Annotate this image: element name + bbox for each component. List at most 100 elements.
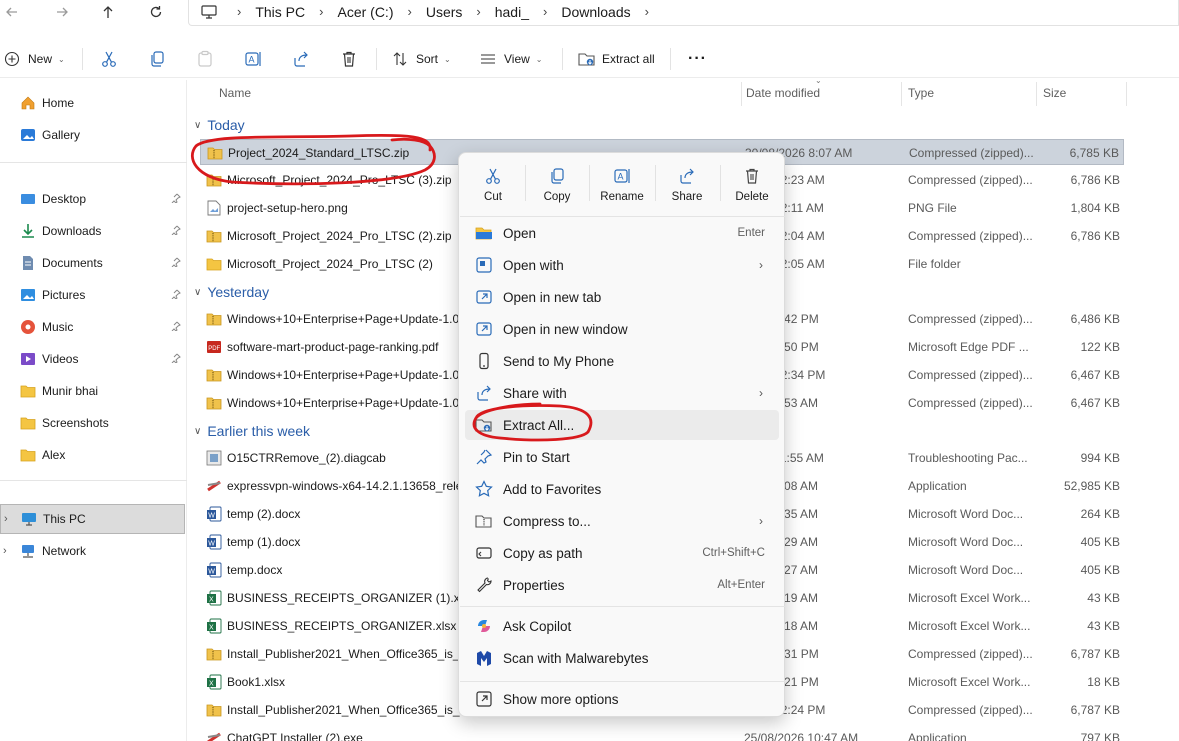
malwarebytes-icon — [475, 649, 493, 667]
file-type: Compressed (zipped)... — [908, 647, 1033, 661]
file-name: Wtemp (1).docx — [206, 529, 468, 555]
zip-icon — [206, 367, 222, 383]
folder-icon — [20, 415, 36, 431]
sidebar-item-desktop[interactable]: Desktop — [0, 184, 187, 214]
menu-item-scan-with-malwarebytes[interactable]: Scan with Malwarebytes — [465, 643, 779, 673]
chevron-right-icon[interactable]: › — [3, 545, 7, 557]
menu-item-ask-copilot[interactable]: Ask Copilot — [465, 611, 779, 641]
share-action[interactable]: Share — [658, 159, 716, 211]
menu-item-label: Send to My Phone — [503, 353, 615, 369]
delete-action[interactable]: Delete — [723, 159, 781, 211]
group-header-yesterday[interactable]: ∨ Yesterday — [194, 281, 269, 303]
view-button[interactable]: View ⌄ — [480, 40, 543, 78]
chevron-right-icon: › — [476, 4, 481, 19]
refresh-button[interactable] — [144, 2, 168, 22]
column-header-size[interactable]: Size — [1043, 80, 1066, 106]
extract-all-button[interactable]: Extract all — [578, 40, 655, 78]
menu-item-copy-as-path[interactable]: Copy as path Ctrl+Shift+C — [465, 538, 779, 568]
sort-button[interactable]: Sort ⌄ — [392, 40, 451, 78]
sidebar-item-this-pc[interactable]: › This PC — [0, 504, 185, 534]
sidebar-item-munir-bhai[interactable]: Munir bhai — [0, 376, 187, 406]
breadcrumb-item[interactable]: This PC — [255, 4, 305, 20]
chevron-right-icon: › — [543, 4, 548, 19]
extract-icon — [578, 53, 595, 66]
chevron-right-icon[interactable]: › — [4, 513, 8, 525]
file-type: Microsoft Excel Work... — [908, 619, 1031, 633]
cut-button[interactable] — [100, 40, 118, 78]
sidebar-item-network[interactable]: › Network — [0, 536, 187, 566]
menu-item-send-to-my-phone[interactable]: Send to My Phone — [465, 346, 779, 376]
file-name: Windows+10+Enterprise+Page+Update-1.0... — [206, 306, 468, 332]
share-button[interactable] — [292, 40, 310, 78]
zip-icon — [206, 172, 222, 188]
breadcrumb-item[interactable]: hadi_ — [495, 4, 529, 20]
file-name-text: Windows+10+Enterprise+Page+Update-1.0... — [227, 396, 468, 410]
delete-button[interactable] — [340, 40, 358, 78]
excel-icon: X — [206, 618, 222, 634]
sidebar-item-videos[interactable]: Videos — [0, 344, 187, 374]
new-button[interactable]: New ⌄ — [4, 40, 65, 78]
action-label: Share — [671, 191, 703, 203]
file-name: Microsoft_Project_2024_Pro_LTSC (3).zip — [206, 167, 468, 193]
menu-item-label: Open with — [503, 257, 564, 273]
copilot-icon — [475, 617, 493, 635]
cut-action[interactable]: Cut — [464, 159, 522, 211]
copy-button[interactable] — [148, 40, 166, 78]
menu-item-label: Compress to... — [503, 513, 591, 529]
file-name-text: Microsoft_Project_2024_Pro_LTSC (3).zip — [227, 173, 452, 187]
menu-item-show-more-options[interactable]: Show more options — [465, 684, 779, 714]
sidebar-item-documents[interactable]: Documents — [0, 248, 187, 278]
arrow-left-icon — [6, 7, 17, 17]
menu-item-open[interactable]: Open Enter — [465, 218, 779, 248]
menu-item-pin-to-start[interactable]: Pin to Start — [465, 442, 779, 472]
menu-item-share-with[interactable]: Share with › — [465, 378, 779, 408]
menu-separator — [460, 216, 785, 217]
file-name-text: ChatGPT Installer (2).exe — [227, 731, 363, 741]
column-divider[interactable] — [1126, 82, 1127, 106]
sidebar-item-gallery[interactable]: Gallery — [0, 120, 187, 150]
column-divider[interactable] — [901, 82, 902, 106]
column-header-name[interactable]: Name — [219, 80, 251, 106]
menu-item-open-with[interactable]: Open with › — [465, 250, 779, 280]
menu-item-compress-to[interactable]: Compress to... › — [465, 506, 779, 536]
app-icon — [206, 730, 222, 741]
menu-item-properties[interactable]: Properties Alt+Enter — [465, 570, 779, 600]
rename-action[interactable]: A Rename — [593, 159, 651, 211]
column-header-date[interactable]: Date modified — [746, 80, 820, 106]
group-header-today[interactable]: ∨ Today — [194, 114, 245, 136]
sidebar-item-music[interactable]: Music — [0, 312, 187, 342]
sidebar-item-screenshots[interactable]: Screenshots — [0, 408, 187, 438]
download-icon — [20, 223, 36, 239]
breadcrumb-item[interactable]: Users — [426, 4, 463, 20]
copy-action[interactable]: Copy — [528, 159, 586, 211]
group-header-earlier[interactable]: ∨ Earlier this week — [194, 420, 310, 442]
network-icon — [20, 543, 36, 559]
column-divider[interactable] — [1036, 82, 1037, 106]
menu-item-extract-all[interactable]: Extract All... — [465, 410, 779, 440]
menu-item-open-in-new-window[interactable]: Open in new window — [465, 314, 779, 344]
column-header-type[interactable]: Type — [908, 80, 934, 106]
file-row[interactable]: ChatGPT Installer (2).exe 25/08/2026 10:4… — [200, 725, 1124, 741]
back-button[interactable] — [0, 2, 24, 22]
up-button[interactable] — [96, 2, 120, 22]
sidebar-item-home[interactable]: Home — [0, 88, 187, 118]
sidebar-divider — [0, 480, 187, 481]
view-label: View — [504, 52, 530, 66]
folder-icon — [20, 383, 36, 399]
menu-item-label: Open in new tab — [503, 289, 602, 305]
address-bar[interactable]: › This PC › Acer (C:) › Users › hadi_ › … — [188, 0, 1179, 26]
sidebar-item-downloads[interactable]: Downloads — [0, 216, 187, 246]
more-icon[interactable]: ··· — [688, 40, 707, 78]
column-divider[interactable] — [741, 82, 742, 106]
sidebar-item-alex[interactable]: Alex — [0, 440, 187, 470]
paste-button[interactable] — [196, 40, 214, 78]
menu-item-open-in-new-tab[interactable]: Open in new tab — [465, 282, 779, 312]
menu-item-add-to-favorites[interactable]: Add to Favorites — [465, 474, 779, 504]
divider — [82, 48, 83, 70]
compress-icon — [475, 512, 493, 530]
breadcrumb-item[interactable]: Acer (C:) — [337, 4, 393, 20]
breadcrumb-item[interactable]: Downloads — [561, 4, 630, 20]
forward-button[interactable] — [50, 2, 74, 22]
sidebar-item-pictures[interactable]: Pictures — [0, 280, 187, 310]
rename-button[interactable]: A — [244, 40, 262, 78]
